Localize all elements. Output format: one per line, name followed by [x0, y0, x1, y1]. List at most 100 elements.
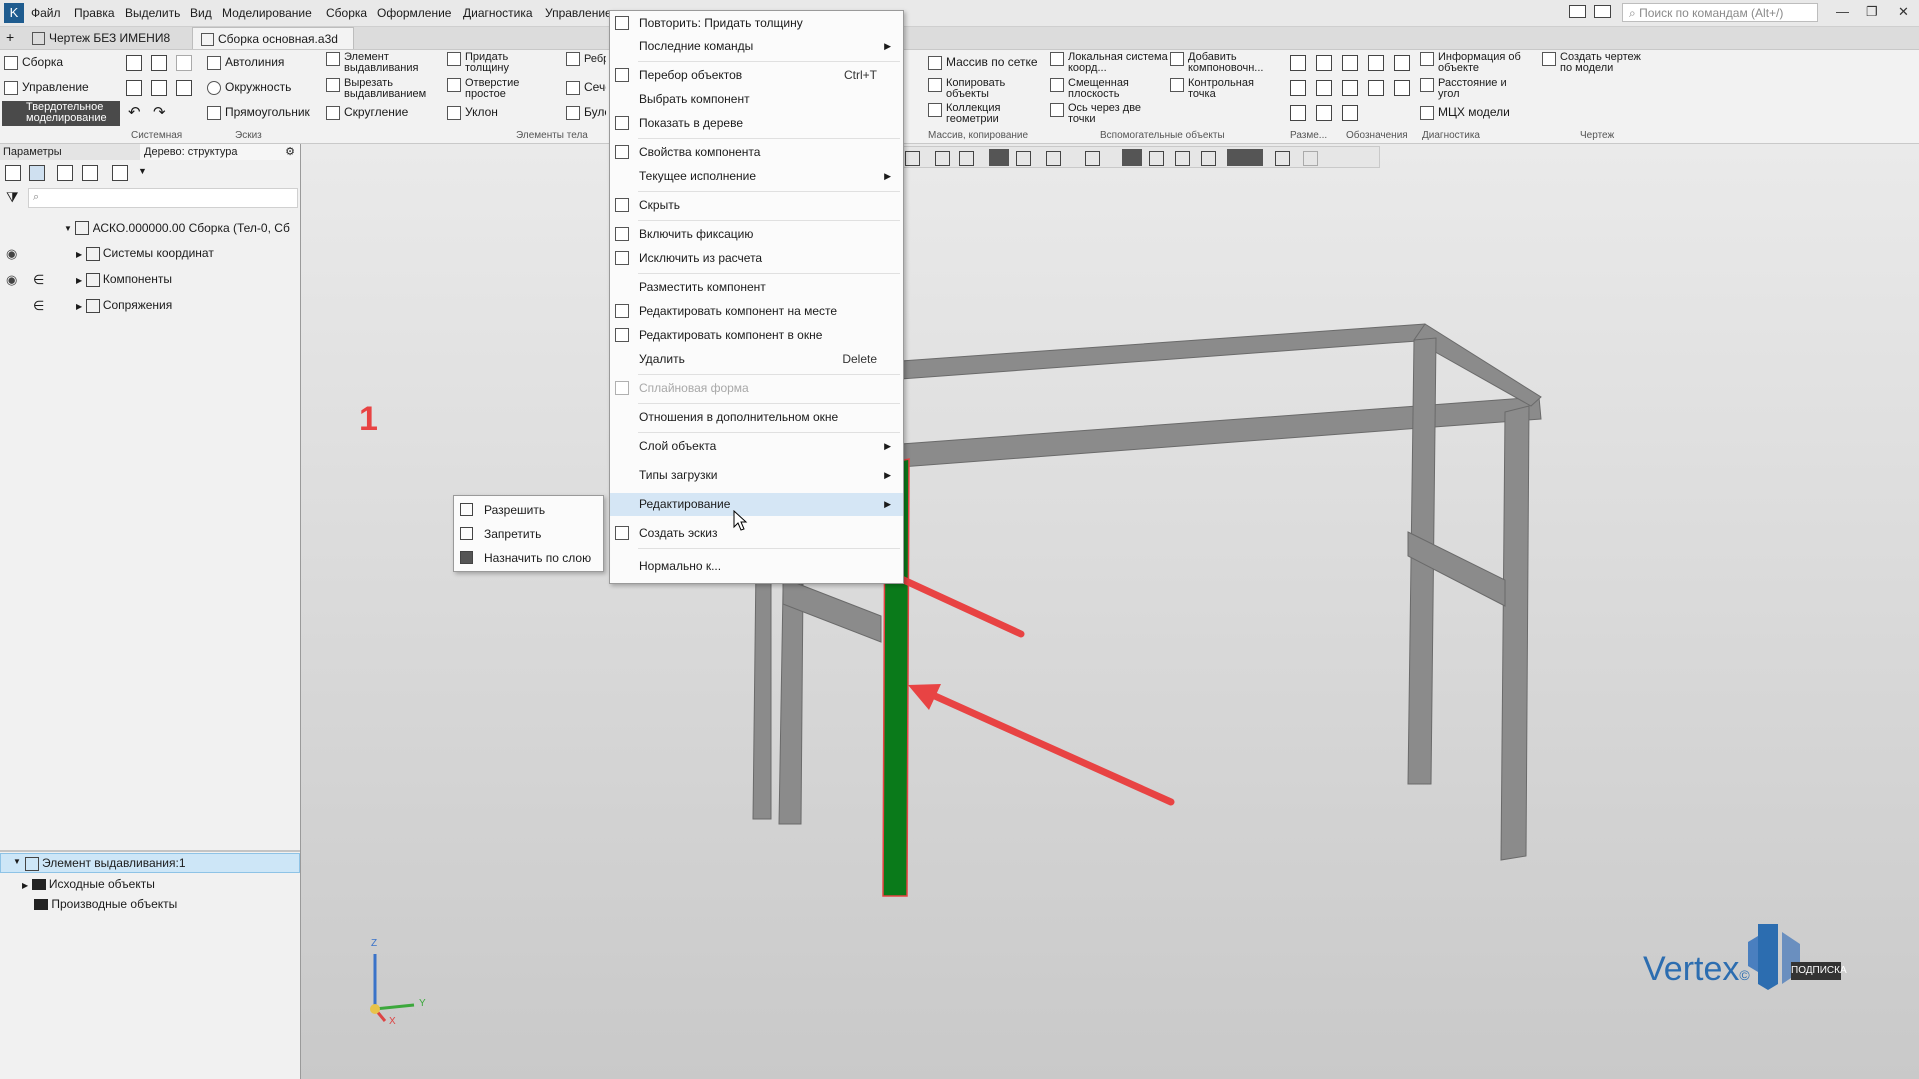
rectangle-button[interactable]: Прямоугольник: [207, 106, 310, 120]
menu-item-select-component[interactable]: Выбрать компонент: [610, 88, 903, 111]
control-point-button[interactable]: Контрольная точка: [1170, 78, 1262, 100]
create-drawing-button[interactable]: Создать чертеж по модели: [1542, 52, 1650, 74]
save-icon[interactable]: [176, 55, 192, 71]
weld-icon[interactable]: [1342, 80, 1358, 96]
save-all-icon[interactable]: [176, 80, 192, 96]
menu-select[interactable]: Выделить: [125, 6, 180, 20]
tree-item-components[interactable]: ▶ Компоненты: [76, 272, 172, 287]
grid-array-button[interactable]: Массив по сетке: [928, 56, 1038, 70]
diameter-dimension-icon[interactable]: [1316, 80, 1332, 96]
frame-model[interactable]: [301, 144, 1919, 1079]
components-icon[interactable]: [57, 165, 73, 181]
tab-drawing[interactable]: Чертеж БЕЗ ИМЕНИ8: [24, 27, 192, 49]
submenu-item-allow[interactable]: Разрешить: [454, 498, 603, 522]
tree-view-icon[interactable]: [5, 165, 21, 181]
close-window-icon[interactable]: ✕: [1898, 4, 1909, 20]
add-layout-button[interactable]: Добавить компоновочн...: [1170, 52, 1272, 74]
mode-solid-modeling-button[interactable]: Твердотельное моделирование: [2, 101, 120, 126]
leader-icon[interactable]: [1342, 55, 1358, 71]
menu-item-hide[interactable]: Скрыть: [610, 194, 903, 217]
tolerance-icon[interactable]: [1368, 80, 1384, 96]
app-logo-icon[interactable]: K: [4, 3, 24, 23]
tree-item-mates[interactable]: ▶ Сопряжения: [76, 298, 172, 313]
menu-management[interactable]: Управление: [545, 6, 612, 20]
dimension-icon[interactable]: [1290, 55, 1306, 71]
menu-item-exclude-calc[interactable]: Исключить из расчета: [610, 247, 903, 270]
tree-item-derived-objects[interactable]: Производные объекты: [34, 897, 177, 911]
draft-button[interactable]: Уклон: [447, 106, 498, 120]
menu-drafting[interactable]: Оформление: [377, 6, 451, 20]
angle-dimension-icon[interactable]: [1290, 80, 1306, 96]
filter-icon[interactable]: ⧩: [6, 189, 19, 206]
tree-item-source-objects[interactable]: ▶ Исходные объекты: [22, 877, 155, 891]
new-file-icon[interactable]: [126, 55, 142, 71]
menu-item-delete[interactable]: Удалить Delete: [610, 348, 903, 371]
menu-item-place-component[interactable]: Разместить компонент: [610, 276, 903, 299]
copy-objects-button[interactable]: Копировать объекты: [928, 78, 1016, 100]
menu-item-load-types[interactable]: Типы загрузки ▶: [610, 464, 903, 487]
autoline-button[interactable]: Автолиния: [207, 56, 284, 70]
tree-selected-row[interactable]: ▼ Элемент выдавливания:1: [0, 853, 300, 873]
3d-viewport[interactable]: 1 Z Y X Vertex© ПОДПИСКА: [301, 144, 1919, 1079]
print-icon[interactable]: [126, 80, 142, 96]
tree-item-coordinate-systems[interactable]: ▶ Системы координат: [76, 246, 214, 261]
preview-icon[interactable]: [151, 80, 167, 96]
new-tab-icon[interactable]: +: [6, 29, 14, 45]
menu-item-current-configuration[interactable]: Текущее исполнение ▶: [610, 165, 903, 188]
visibility-eye-icon[interactable]: ◉: [6, 246, 17, 262]
menu-item-show-in-tree[interactable]: Показать в дереве: [610, 112, 903, 135]
command-search-input[interactable]: ⌕ Поиск по командам (Alt+/): [1622, 3, 1818, 22]
tree-tab[interactable]: Дерево: структура ⚙: [140, 144, 300, 160]
section-button[interactable]: Сечение: [566, 81, 606, 95]
settings-icon[interactable]: ⚙: [285, 144, 295, 160]
menu-view[interactable]: Вид: [190, 6, 212, 20]
menu-item-edit-in-window[interactable]: Редактировать компонент в окне: [610, 324, 903, 347]
circle-button[interactable]: Окружность: [207, 81, 291, 95]
open-folder-icon[interactable]: [151, 55, 167, 71]
rib-button[interactable]: Ребро жесткости: [566, 52, 606, 66]
menu-edit[interactable]: Правка: [74, 6, 115, 20]
menu-item-editing[interactable]: Редактирование ▶: [610, 493, 903, 516]
filter-tree-icon[interactable]: [82, 165, 98, 181]
boolean-button[interactable]: Булева операция: [566, 106, 606, 120]
menu-item-recent-commands[interactable]: Последние команды ▶: [610, 35, 903, 58]
chamfer-dimension-icon[interactable]: [1316, 105, 1332, 121]
redo-icon[interactable]: ↷: [153, 103, 166, 121]
axis-two-points-button[interactable]: Ось через две точки: [1050, 103, 1148, 125]
menu-item-object-layer[interactable]: Слой объекта ▶: [610, 435, 903, 458]
minimize-icon[interactable]: —: [1836, 4, 1849, 19]
radius-dimension-icon[interactable]: [1316, 55, 1332, 71]
layout-icon[interactable]: [1569, 5, 1586, 18]
menu-item-enable-fix[interactable]: Включить фиксацию: [610, 223, 903, 246]
local-cs-button[interactable]: Локальная система коорд...: [1050, 52, 1168, 74]
menu-diagnostics[interactable]: Диагностика: [463, 6, 533, 20]
panels-icon[interactable]: [1594, 5, 1611, 18]
mode-assembly-button[interactable]: Сборка: [4, 56, 63, 70]
hole-button[interactable]: Отверстие простое: [447, 78, 531, 100]
menu-item-component-properties[interactable]: Свойства компонента: [610, 141, 903, 164]
mass-props-button[interactable]: МЦХ модели: [1420, 106, 1510, 120]
menu-item-create-sketch[interactable]: Создать эскиз: [610, 522, 903, 545]
distance-angle-button[interactable]: Расстояние и угол: [1420, 78, 1518, 100]
structure-icon[interactable]: [29, 165, 45, 181]
menu-file[interactable]: Файл: [31, 6, 61, 20]
menu-item-edit-in-place[interactable]: Редактировать компонент на месте: [610, 300, 903, 323]
menu-item-cycle-objects[interactable]: Перебор объектов Ctrl+T: [610, 64, 903, 87]
menu-assembly[interactable]: Сборка: [326, 6, 367, 20]
offset-plane-button[interactable]: Смещенная плоскость: [1050, 78, 1138, 100]
tree-search-input[interactable]: ⌕: [28, 188, 298, 208]
extrude-button[interactable]: Элемент выдавливания: [326, 52, 424, 74]
fillet-button[interactable]: Скругление: [326, 106, 408, 120]
restore-icon[interactable]: ❐: [1866, 4, 1878, 20]
menu-item-repeat[interactable]: Повторить: Придать толщину: [610, 12, 903, 35]
sort-icon[interactable]: [112, 165, 128, 181]
submenu-item-deny[interactable]: Запретить: [454, 522, 603, 546]
mark-icon[interactable]: [1394, 80, 1410, 96]
object-info-button[interactable]: Информация об объекте: [1420, 52, 1522, 74]
mode-management-button[interactable]: Управление: [4, 81, 89, 95]
undo-icon[interactable]: ↶: [128, 103, 141, 121]
include-icon[interactable]: ∈: [33, 272, 44, 288]
params-tab[interactable]: Параметры: [0, 144, 140, 160]
datum-icon[interactable]: [1394, 55, 1410, 71]
cut-extrude-button[interactable]: Вырезать выдавливанием: [326, 78, 434, 100]
